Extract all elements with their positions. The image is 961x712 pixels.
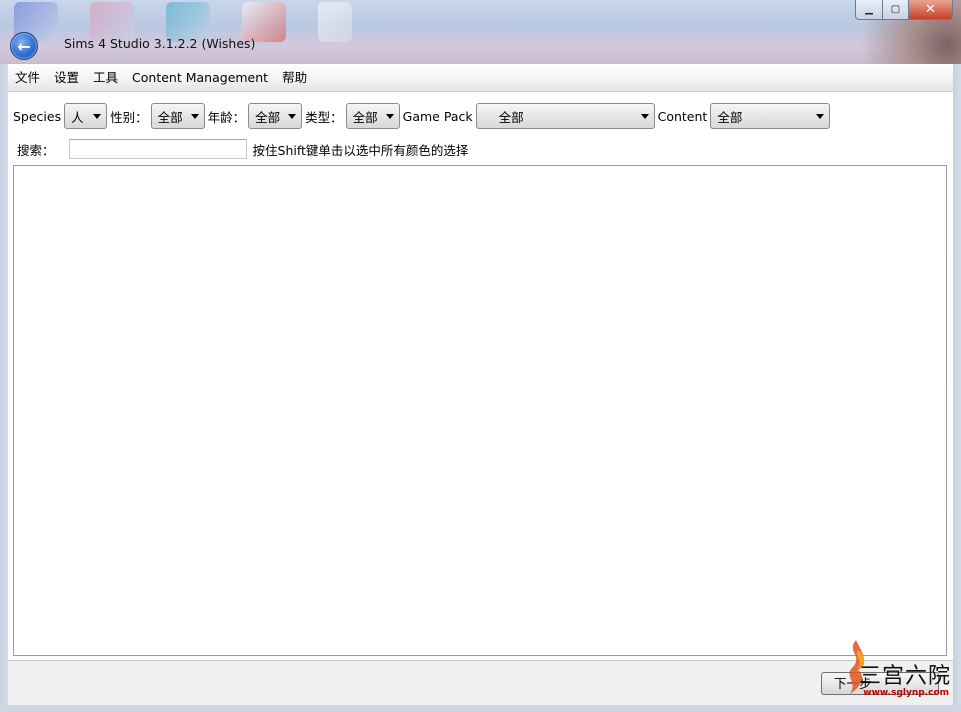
- menu-settings[interactable]: 设置: [47, 68, 86, 88]
- main-panel: Species 人 性别： 全部 年龄： 全部 类型： 全部 Game Pack…: [8, 92, 953, 660]
- content-value: 全部: [717, 109, 743, 125]
- gender-value: 全部: [157, 109, 183, 125]
- menu-help[interactable]: 帮助: [275, 68, 314, 88]
- chevron-down-icon: [288, 113, 297, 119]
- menu-tools[interactable]: 工具: [86, 68, 125, 88]
- species-dropdown[interactable]: 人: [64, 103, 108, 129]
- maximize-button[interactable]: ▢: [883, 0, 909, 20]
- window-controls: ▁ ▢ ✕: [855, 0, 953, 20]
- type-dropdown[interactable]: 全部: [345, 103, 400, 129]
- maximize-icon: ▢: [890, 4, 901, 15]
- window-frame-right: [953, 64, 961, 712]
- search-label: 搜索：: [17, 142, 55, 158]
- game-pack-label: Game Pack: [402, 108, 473, 124]
- minimize-icon: ▁: [865, 4, 873, 15]
- age-value: 全部: [255, 109, 281, 125]
- window-frame-bottom: [0, 704, 961, 712]
- menu-content-management[interactable]: Content Management: [125, 68, 275, 88]
- species-label: Species: [13, 108, 62, 124]
- gender-label: 性别：: [110, 109, 148, 125]
- desktop-icon-5: [318, 2, 352, 42]
- chevron-down-icon: [640, 113, 649, 119]
- filter-row: Species 人 性别： 全部 年龄： 全部 类型： 全部 Game Pack…: [13, 102, 833, 130]
- results-list[interactable]: [13, 165, 947, 656]
- footer-bar: 下一步: [8, 660, 953, 705]
- age-dropdown[interactable]: 全部: [248, 103, 303, 129]
- chevron-down-icon: [816, 113, 825, 119]
- search-hint: 按住Shift键单击以选中所有颜色的选择: [252, 142, 469, 158]
- search-input[interactable]: [68, 139, 247, 159]
- chevron-down-icon: [190, 113, 199, 119]
- title-bar: ← Sims 4 Studio 3.1.2.2 (Wishes) ▁ ▢ ✕: [0, 0, 961, 64]
- species-value: 人: [71, 109, 84, 125]
- gender-dropdown[interactable]: 全部: [150, 103, 205, 129]
- minimize-button[interactable]: ▁: [855, 0, 883, 20]
- game-pack-value: 全部: [498, 109, 524, 125]
- content-dropdown[interactable]: 全部: [710, 103, 831, 129]
- menu-bar: 文件 设置 工具 Content Management 帮助: [8, 64, 953, 92]
- chevron-down-icon: [93, 113, 102, 119]
- age-label: 年龄：: [207, 109, 246, 125]
- game-pack-dropdown[interactable]: 全部: [475, 103, 655, 129]
- window-title: Sims 4 Studio 3.1.2.2 (Wishes): [64, 36, 256, 51]
- content-label: Content: [657, 108, 708, 124]
- back-arrow-icon: ←: [17, 36, 31, 56]
- watermark-text: 三宫六院: [858, 664, 951, 689]
- watermark-logo: 三宫六院 www.sglynp.com: [832, 636, 957, 706]
- chevron-down-icon: [385, 113, 394, 119]
- type-label: 类型：: [305, 109, 343, 125]
- close-icon: ✕: [925, 2, 936, 17]
- window-frame-left: [0, 64, 8, 712]
- close-button[interactable]: ✕: [909, 0, 953, 20]
- back-button[interactable]: ←: [10, 32, 38, 60]
- menu-file[interactable]: 文件: [8, 68, 47, 88]
- type-value: 全部: [352, 109, 378, 125]
- search-row: 搜索： 按住Shift键单击以选中所有颜色的选择: [17, 138, 468, 160]
- watermark-url: www.sglynp.com: [863, 688, 949, 698]
